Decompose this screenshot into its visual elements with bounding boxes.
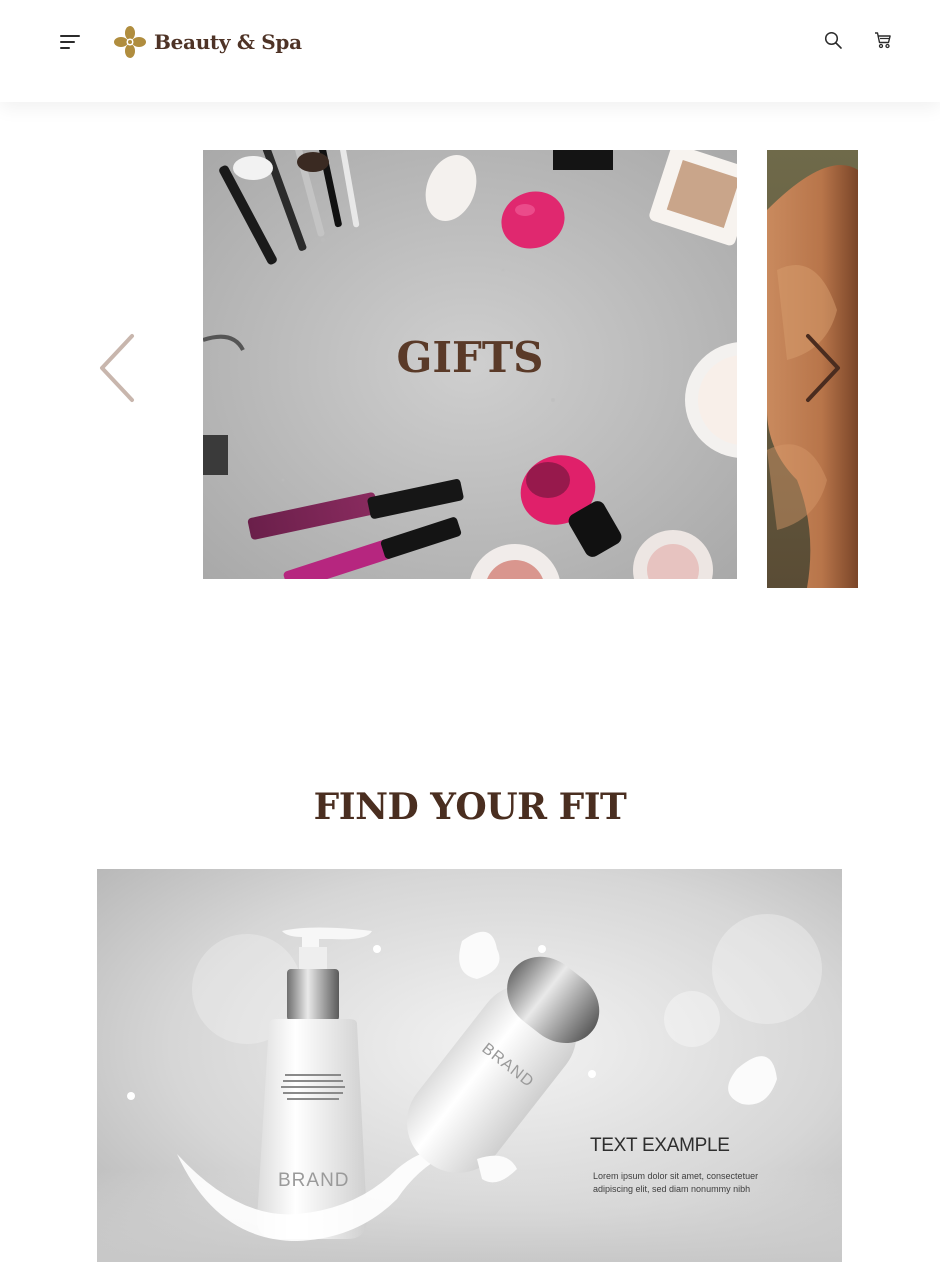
slide-title: GIFTS bbox=[396, 333, 544, 382]
bottle-brand-label: BRAND bbox=[278, 1170, 350, 1191]
hero-carousel: GIFTS bbox=[0, 102, 940, 662]
carousel-slide-gifts[interactable]: GIFTS bbox=[203, 150, 737, 579]
search-icon[interactable] bbox=[823, 30, 843, 50]
brand-name: Beauty & Spa bbox=[154, 30, 302, 54]
hamburger-menu-icon[interactable] bbox=[60, 33, 82, 51]
site-header: Beauty & Spa bbox=[0, 0, 940, 102]
product-banner[interactable]: BRAND BRAND TEXT EXAMPLE Lorem ipsum dol… bbox=[97, 869, 842, 1262]
cart-icon[interactable] bbox=[873, 30, 893, 50]
section-title-find-your-fit: FIND YOUR FIT bbox=[313, 786, 627, 828]
flower-logo-icon bbox=[114, 26, 146, 58]
chevron-left-icon[interactable] bbox=[96, 332, 140, 404]
banner-headline: TEXT EXAMPLE bbox=[590, 1135, 730, 1156]
cosmetics-ad-image bbox=[97, 869, 842, 1262]
chevron-right-icon[interactable] bbox=[800, 332, 844, 404]
site-logo[interactable]: Beauty & Spa bbox=[114, 24, 302, 60]
banner-body-text: Lorem ipsum dolor sit amet, consectetuer… bbox=[593, 1171, 759, 1194]
